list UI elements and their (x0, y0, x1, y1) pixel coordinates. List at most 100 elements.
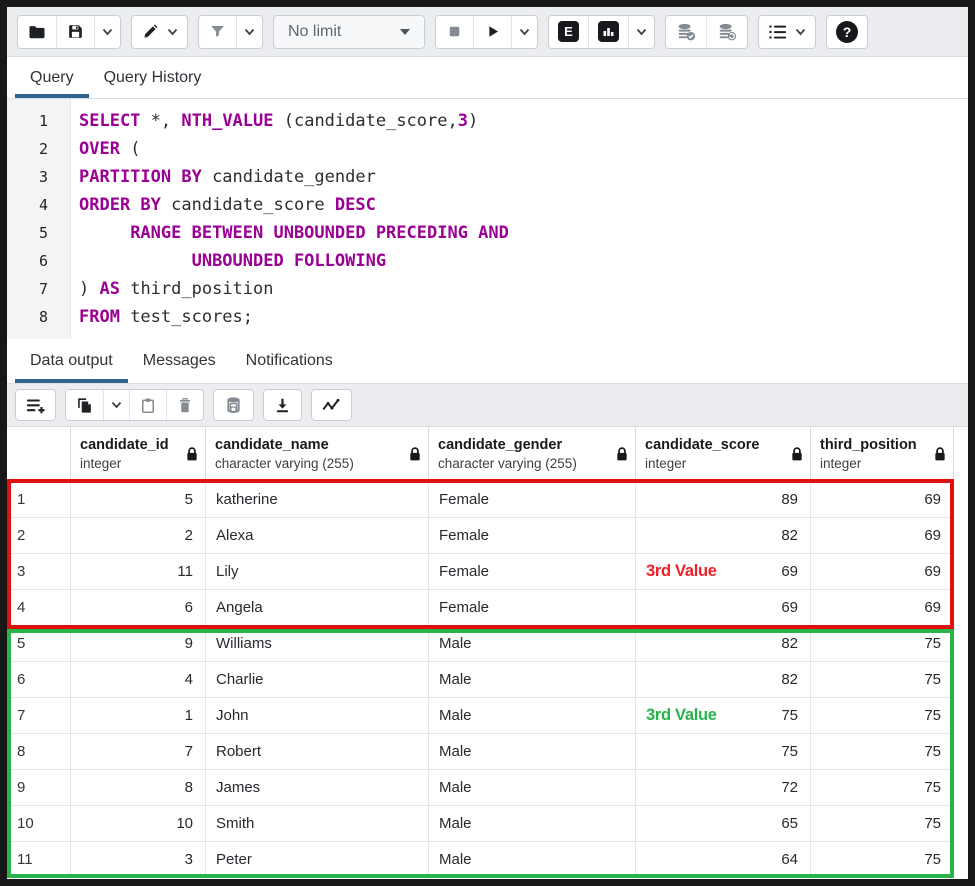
cell-third-position[interactable]: 75 (811, 842, 954, 877)
cell-candidate-name[interactable]: Angela (206, 590, 429, 625)
cell-candidate-name[interactable]: Peter (206, 842, 429, 877)
open-file-button[interactable] (18, 16, 56, 48)
edit-button[interactable] (132, 16, 187, 48)
cell-candidate-gender[interactable]: Male (429, 806, 636, 841)
code-line[interactable]: ORDER BY candidate_score DESC (79, 191, 968, 219)
tab-data-output[interactable]: Data output (15, 339, 128, 383)
code-line[interactable]: FROM test_scores; (79, 303, 968, 331)
cell-candidate-id[interactable]: 5 (71, 482, 206, 517)
cell-third-position[interactable]: 75 (811, 770, 954, 805)
code-line[interactable]: UNBOUNDED FOLLOWING (79, 247, 968, 275)
sql-code-lines[interactable]: SELECT *, NTH_VALUE (candidate_score,3)O… (71, 99, 968, 339)
cell-candidate-id[interactable]: 10 (71, 806, 206, 841)
row-number-cell[interactable]: 11 (7, 842, 71, 877)
explain-analyze-button[interactable] (588, 16, 628, 48)
save-dropdown-button[interactable] (94, 16, 120, 48)
code-line[interactable]: OVER ( (79, 135, 968, 163)
paste-button[interactable] (129, 390, 166, 420)
cell-candidate-gender[interactable]: Female (429, 518, 636, 553)
stop-button[interactable] (436, 16, 473, 48)
row-number-cell[interactable]: 8 (7, 734, 71, 769)
tab-messages[interactable]: Messages (128, 339, 231, 383)
cell-candidate-name[interactable]: John (206, 698, 429, 733)
column-header-candidate_score[interactable]: candidate_scoreinteger (636, 427, 811, 481)
cell-candidate-name[interactable]: Alexa (206, 518, 429, 553)
cell-candidate-gender[interactable]: Male (429, 734, 636, 769)
cell-third-position[interactable]: 75 (811, 734, 954, 769)
cell-candidate-name[interactable]: Williams (206, 626, 429, 661)
filter-dropdown-button[interactable] (236, 16, 262, 48)
tab-query-history[interactable]: Query History (89, 57, 217, 98)
row-number-cell[interactable]: 1 (7, 482, 71, 517)
cell-candidate-gender[interactable]: Female (429, 590, 636, 625)
cell-candidate-id[interactable]: 1 (71, 698, 206, 733)
cell-candidate-name[interactable]: Smith (206, 806, 429, 841)
row-number-cell[interactable]: 7 (7, 698, 71, 733)
explain-button[interactable]: E (549, 16, 588, 48)
cell-third-position[interactable]: 75 (811, 806, 954, 841)
cell-candidate-id[interactable]: 9 (71, 626, 206, 661)
column-header-third_position[interactable]: third_positioninteger (811, 427, 954, 481)
cell-candidate-score[interactable]: 3rd Value69 (636, 554, 811, 589)
code-line[interactable]: ) AS third_position (79, 275, 968, 303)
cell-candidate-id[interactable]: 2 (71, 518, 206, 553)
column-header-candidate_id[interactable]: candidate_idinteger (71, 427, 206, 481)
row-number-cell[interactable]: 6 (7, 662, 71, 697)
cell-candidate-id[interactable]: 4 (71, 662, 206, 697)
cell-candidate-score[interactable]: 3rd Value75 (636, 698, 811, 733)
explain-dropdown-button[interactable] (628, 16, 654, 48)
sql-editor[interactable]: 12345678 SELECT *, NTH_VALUE (candidate_… (7, 99, 968, 339)
cell-candidate-id[interactable]: 3 (71, 842, 206, 877)
code-line[interactable]: RANGE BETWEEN UNBOUNDED PRECEDING AND (79, 219, 968, 247)
download-csv-button[interactable] (264, 390, 301, 420)
row-number-cell[interactable]: 10 (7, 806, 71, 841)
cell-candidate-gender[interactable]: Male (429, 698, 636, 733)
copy-dropdown-button[interactable] (103, 390, 129, 420)
cell-candidate-gender[interactable]: Female (429, 482, 636, 517)
cell-candidate-id[interactable]: 7 (71, 734, 206, 769)
cell-candidate-score[interactable]: 82 (636, 518, 811, 553)
code-line[interactable]: PARTITION BY candidate_gender (79, 163, 968, 191)
cell-candidate-score[interactable]: 72 (636, 770, 811, 805)
cell-candidate-id[interactable]: 6 (71, 590, 206, 625)
row-limit-select[interactable]: No limit (273, 15, 425, 49)
cell-candidate-gender[interactable]: Male (429, 626, 636, 661)
commit-button[interactable] (666, 16, 706, 48)
cell-candidate-id[interactable]: 11 (71, 554, 206, 589)
cell-third-position[interactable]: 75 (811, 626, 954, 661)
cell-third-position[interactable]: 75 (811, 698, 954, 733)
cell-candidate-name[interactable]: Charlie (206, 662, 429, 697)
cell-third-position[interactable]: 75 (811, 662, 954, 697)
help-button[interactable]: ? (827, 16, 867, 48)
tab-notifications[interactable]: Notifications (231, 339, 348, 383)
filter-button[interactable] (199, 16, 236, 48)
column-header-candidate_gender[interactable]: candidate_gendercharacter varying (255) (429, 427, 636, 481)
row-number-header[interactable] (7, 427, 71, 481)
graph-visualiser-button[interactable] (312, 390, 351, 420)
cell-candidate-score[interactable]: 69 (636, 590, 811, 625)
cell-candidate-name[interactable]: Robert (206, 734, 429, 769)
cell-candidate-score[interactable]: 64 (636, 842, 811, 877)
column-header-candidate_name[interactable]: candidate_namecharacter varying (255) (206, 427, 429, 481)
save-file-button[interactable] (56, 16, 94, 48)
delete-button[interactable] (166, 390, 203, 420)
add-row-button[interactable] (16, 390, 55, 420)
row-number-cell[interactable]: 3 (7, 554, 71, 589)
cell-candidate-gender[interactable]: Male (429, 662, 636, 697)
cell-candidate-name[interactable]: katherine (206, 482, 429, 517)
row-number-cell[interactable]: 9 (7, 770, 71, 805)
row-number-cell[interactable]: 4 (7, 590, 71, 625)
cell-candidate-gender[interactable]: Male (429, 770, 636, 805)
tab-query[interactable]: Query (15, 57, 89, 98)
cell-candidate-score[interactable]: 89 (636, 482, 811, 517)
cell-third-position[interactable]: 69 (811, 482, 954, 517)
cell-candidate-score[interactable]: 82 (636, 662, 811, 697)
cell-candidate-name[interactable]: Lily (206, 554, 429, 589)
save-data-changes-button[interactable] (214, 390, 253, 420)
code-line[interactable]: SELECT *, NTH_VALUE (candidate_score,3) (79, 107, 968, 135)
cell-third-position[interactable]: 69 (811, 590, 954, 625)
row-number-cell[interactable]: 2 (7, 518, 71, 553)
execute-dropdown-button[interactable] (511, 16, 537, 48)
cell-candidate-id[interactable]: 8 (71, 770, 206, 805)
execute-button[interactable] (473, 16, 511, 48)
